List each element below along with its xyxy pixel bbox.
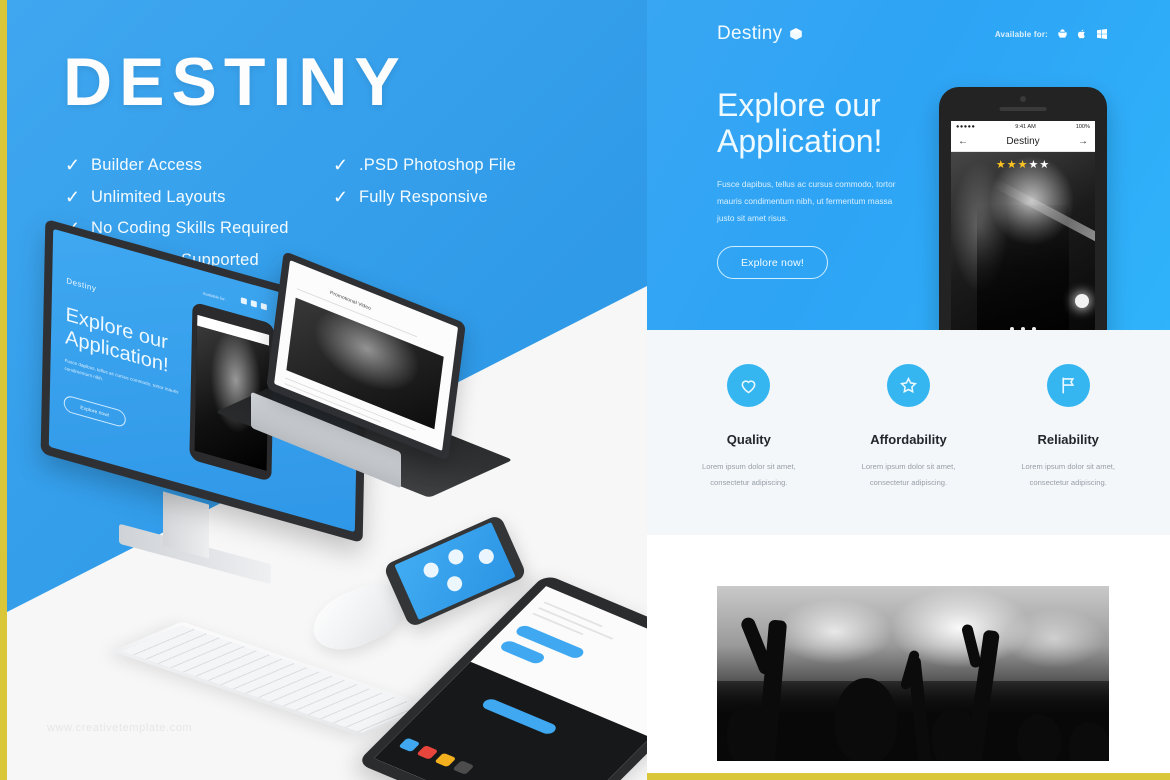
cube-logo-icon: [790, 28, 803, 40]
phone-time: 9:41 AM: [1015, 123, 1036, 130]
template-preview-panel: Destiny Available for: Explore our Appli…: [647, 0, 1170, 773]
windows-icon[interactable]: [1096, 28, 1108, 40]
phone-nav-bar: ← Destiny →: [951, 132, 1095, 152]
app-dot: [421, 560, 441, 581]
left-promo-panel: DESTINY ✓ Builder Access ✓ Unlimited Lay…: [7, 0, 647, 780]
site-brand[interactable]: Destiny: [717, 23, 803, 45]
keyboard-keys: [121, 625, 423, 733]
watermark-text: www.creativetemplate.com: [47, 722, 193, 734]
app-dot: [444, 573, 465, 594]
feature-card-affordability: Affordability Lorem ipsum dolor sit amet…: [829, 364, 989, 491]
list-item: ✓ .PSD Photoshop File: [333, 150, 516, 182]
feature-label: No Coding Skills Required: [91, 219, 289, 238]
feature-card-reliability: Reliability Lorem ipsum dolor sit amet, …: [988, 364, 1148, 491]
app-tile-icon: [416, 745, 439, 760]
phone-concert-photo: ★★★★★: [951, 152, 1095, 340]
android-phone-mockup: [382, 513, 528, 629]
crowd-head: [932, 708, 978, 761]
tablet-dark-pill: [479, 697, 559, 736]
bottom-media-section: [647, 535, 1170, 773]
poster-stage: DESTINY ✓ Builder Access ✓ Unlimited Lay…: [7, 0, 1170, 780]
list-item: ✓ Builder Access: [65, 150, 289, 182]
feature-title: Reliability: [1037, 432, 1099, 447]
performer-silhouette: [976, 204, 1070, 340]
imac-available-label: Available for:: [202, 290, 226, 302]
crowd-head: [727, 704, 767, 761]
iphone-mockup: ●●●●● 9:41 AM 100% ← Destiny → ★★★★★: [939, 87, 1107, 340]
feature-title: Quality: [726, 432, 771, 447]
device-mockup-scene: Destiny Available for: Explore our Appli…: [7, 218, 647, 780]
crowd-head: [1017, 714, 1061, 761]
check-icon: ✓: [333, 155, 349, 176]
feature-description: Lorem ipsum dolor sit amet, consectetur …: [861, 462, 956, 487]
star-icon-empty: ★: [1028, 159, 1040, 171]
feature-label: Fully Responsive: [359, 187, 488, 206]
keyboard-mockup: [111, 621, 433, 737]
star-icon-filled: ★: [1006, 159, 1018, 171]
feature-label: Builder Access: [91, 156, 203, 175]
available-platforms: Available for:: [995, 28, 1108, 40]
apple-icon[interactable]: [1077, 28, 1087, 40]
star-icon: [887, 364, 930, 407]
tablet-app-row: [398, 737, 475, 775]
feature-description: Lorem ipsum dolor sit amet, consectetur …: [701, 462, 796, 487]
android-icon[interactable]: [1057, 28, 1068, 40]
android-phone-screen: [394, 522, 516, 620]
crowd-head: [835, 678, 897, 761]
star-icon-empty: ★: [1039, 159, 1051, 171]
laptop-title: Promotional Video: [329, 289, 372, 312]
hero-heading: Explore our Application!: [717, 87, 957, 160]
star-icon-filled: ★: [995, 159, 1007, 171]
app-tile-icon: [434, 752, 457, 768]
hero-heading-line1: Explore our: [717, 87, 881, 123]
app-dot: [445, 547, 466, 567]
android-icon: [240, 297, 247, 305]
phone-speaker: [999, 107, 1047, 111]
features-section: Quality Lorem ipsum dolor sit amet, cons…: [647, 330, 1170, 535]
raised-hand: [960, 623, 983, 669]
flag-icon: [1046, 364, 1090, 407]
phone-nav-title: Destiny: [1006, 136, 1040, 147]
feature-label: .PSD Photoshop File: [359, 156, 516, 175]
signal-icon: ●●●●●: [956, 123, 976, 130]
brand-label: Destiny: [717, 23, 783, 44]
check-icon: ✓: [65, 186, 81, 207]
tablet-dark-panel: [373, 661, 647, 780]
app-dot: [476, 546, 497, 567]
rating-stars[interactable]: ★★★★★: [996, 158, 1050, 171]
phone-screen: ●●●●● 9:41 AM 100% ← Destiny → ★★★★★: [951, 121, 1095, 340]
forward-arrow-icon[interactable]: →: [1078, 136, 1088, 147]
back-arrow-icon[interactable]: ←: [958, 136, 968, 147]
imac-cta-button: Explore now!: [63, 394, 126, 429]
hero-section: Destiny Available for: Explore our Appli…: [647, 0, 1170, 340]
product-title: DESTINY: [63, 44, 407, 120]
phone-battery: 100%: [1075, 123, 1090, 130]
app-tile-icon: [452, 760, 475, 775]
app-tile-icon: [398, 737, 421, 753]
feature-label: Unlimited Layouts: [91, 187, 226, 206]
hero-paragraph: Fusce dapibus, tellus ac cursus commodo,…: [717, 179, 896, 223]
heart-icon: [727, 364, 771, 407]
available-label: Available for:: [994, 29, 1048, 39]
features-grid: Quality Lorem ipsum dolor sit amet, cons…: [647, 330, 1170, 491]
feature-card-quality: Quality Lorem ipsum dolor sit amet, cons…: [669, 364, 829, 491]
phone-camera: [1020, 96, 1026, 102]
laptop-mockup: Promotional Video: [215, 250, 557, 522]
imac-brand: Destiny: [66, 276, 97, 294]
star-icon-filled: ★: [1017, 159, 1029, 171]
feature-column-right: ✓ .PSD Photoshop File ✓ Fully Responsive: [333, 150, 516, 213]
check-icon: ✓: [65, 155, 81, 176]
stage-light-ball: [1075, 294, 1089, 308]
list-item: ✓ Unlimited Layouts: [65, 182, 289, 214]
feature-description: Lorem ipsum dolor sit amet, consectetur …: [1021, 462, 1116, 487]
hero-heading-line2: Application!: [717, 122, 883, 159]
phone-status-bar: ●●●●● 9:41 AM 100%: [951, 121, 1095, 132]
explore-now-button[interactable]: Explore now!: [717, 246, 828, 279]
list-item: ✓ Fully Responsive: [333, 182, 516, 214]
feature-title: Affordability: [870, 432, 947, 447]
check-icon: ✓: [333, 186, 349, 207]
apple-icon: [250, 300, 257, 308]
concert-crowd-photo: [717, 586, 1109, 761]
